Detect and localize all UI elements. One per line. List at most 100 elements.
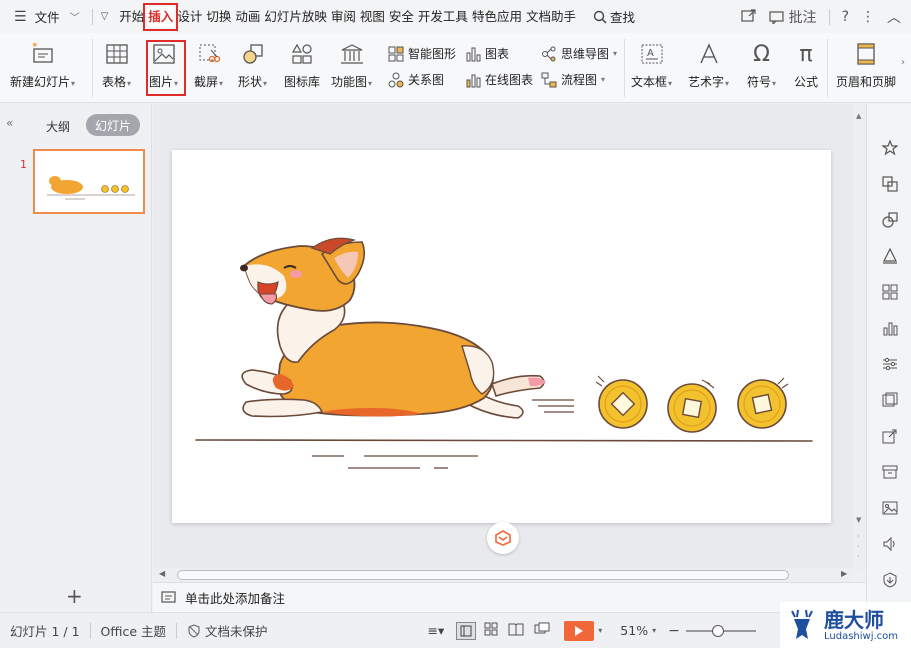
textbox-icon: A <box>639 41 665 67</box>
quick-access-dropdown-icon[interactable]: ▽ <box>101 11 109 22</box>
collapse-panel-icon[interactable]: « <box>6 116 13 130</box>
flowchart-button[interactable]: 流程图 ▾ <box>541 71 605 88</box>
smart-art-label: 智能图形 <box>408 47 457 61</box>
scroll-left-icon[interactable]: ◀ <box>159 569 165 578</box>
shape-button[interactable]: 形状▾ <box>238 33 267 90</box>
tab-design[interactable]: 设计 <box>176 7 203 27</box>
mind-map-icon <box>542 46 556 61</box>
icon-library-button[interactable]: 图标库 <box>284 33 320 90</box>
shield-download-icon[interactable] <box>880 570 900 590</box>
smart-beautify-button[interactable] <box>487 522 519 554</box>
new-slide-button[interactable]: 新建幻灯片▾ <box>10 33 75 90</box>
ribbon-scroll-right-icon[interactable]: › <box>901 57 905 68</box>
tab-outline[interactable]: 大纲 <box>46 118 70 135</box>
audio-icon[interactable] <box>880 534 900 554</box>
tab-review[interactable]: 审阅 <box>330 7 357 27</box>
notes-bar[interactable]: 单击此处添加备注 <box>153 582 866 612</box>
picture-icon[interactable] <box>880 498 900 518</box>
menu-right-tools: 批注 ? ⋮ ︿ <box>740 0 911 33</box>
smart-art-button[interactable]: 智能图形 <box>388 45 456 62</box>
slide-count: 幻灯片 1 / 1 <box>10 624 80 639</box>
zoom-out-icon[interactable]: − <box>668 623 680 639</box>
slide-sorter-icon[interactable] <box>484 622 498 639</box>
annotate-button[interactable]: 批注 <box>768 7 817 27</box>
pi-icon: π <box>799 41 813 67</box>
watermark-title: 鹿大师 <box>824 607 884 632</box>
collapse-ribbon-icon[interactable]: ︿ <box>887 7 901 27</box>
image-gallery-icon[interactable] <box>880 390 900 410</box>
chart-label: 图表 <box>485 47 510 61</box>
scroll-up-icon[interactable]: ▲ <box>856 112 861 120</box>
flowchart-icon <box>541 72 557 87</box>
add-slide-button[interactable]: + <box>66 584 83 608</box>
export-icon[interactable] <box>880 426 900 446</box>
screenshot-button[interactable]: 截屏▾ <box>194 33 223 90</box>
file-menu-label: 文件 <box>34 10 60 25</box>
divider <box>624 39 625 97</box>
relation-chart-button[interactable]: 关系图 <box>388 71 444 88</box>
bar-chart-icon[interactable] <box>880 318 900 338</box>
wordart-button[interactable]: 艺术字▾ <box>688 33 729 90</box>
corgi-illustration <box>195 237 813 469</box>
help-icon[interactable]: ? <box>842 9 849 25</box>
zoom-dropdown-icon[interactable]: ▾ <box>652 626 656 635</box>
annotate-label: 批注 <box>788 9 817 26</box>
tab-slides[interactable]: 幻灯片 <box>86 114 140 136</box>
zoom-slider[interactable] <box>685 623 756 639</box>
symbol-button[interactable]: Ω 符号▾ <box>747 33 776 90</box>
tab-slideshow[interactable]: 幻灯片放映 <box>263 7 328 27</box>
scroll-right-icon[interactable]: ▶ <box>841 569 847 578</box>
slide[interactable] <box>172 150 831 523</box>
relation-chart-icon <box>388 72 404 87</box>
document-protection[interactable]: 文档未保护 <box>187 621 268 640</box>
tab-animation[interactable]: 动画 <box>234 7 261 27</box>
header-footer-button[interactable]: 页眉和页脚 <box>836 33 896 90</box>
tab-doc-assistant[interactable]: 文档助手 <box>525 7 577 27</box>
shape-style-icon[interactable] <box>880 210 900 230</box>
table-button[interactable]: 表格▾ <box>102 33 131 90</box>
presenter-view-icon[interactable] <box>534 622 550 639</box>
editing-canvas <box>153 104 866 570</box>
star-icon[interactable] <box>880 138 900 158</box>
zoom-value[interactable]: 51% <box>620 623 648 638</box>
normal-view-icon[interactable] <box>456 621 477 640</box>
settings-sliders-icon[interactable] <box>880 354 900 374</box>
play-options-chevron-icon[interactable]: ▾ <box>598 626 602 635</box>
play-slideshow-button[interactable] <box>564 620 595 641</box>
slide-panel: « 大纲 幻灯片 1 + <box>0 104 152 612</box>
tab-insert[interactable]: 插入 <box>143 2 179 31</box>
horizontal-scrollbar[interactable]: ◀ ▶ <box>153 568 853 582</box>
scroll-thumb[interactable] <box>177 570 789 580</box>
mind-map-label: 思维导图 <box>561 47 610 61</box>
tab-view[interactable]: 视图 <box>359 7 386 27</box>
formula-button[interactable]: π 公式 <box>793 33 819 90</box>
mind-map-button[interactable]: 思维导图 ▾ <box>541 45 617 62</box>
reading-view-icon[interactable] <box>508 622 524 639</box>
more-icon[interactable]: ⋮ <box>861 9 875 25</box>
notes-view-icon[interactable]: ≡▾ <box>428 623 445 638</box>
share-icon[interactable] <box>740 8 757 26</box>
zoom-knob[interactable] <box>711 624 724 637</box>
scroll-down-icon[interactable]: ▼ <box>856 516 861 524</box>
tab-transition[interactable]: 切换 <box>205 7 232 27</box>
fill-icon[interactable] <box>880 246 900 266</box>
file-menu[interactable]: ☰ 文件 ﹀ <box>0 0 80 33</box>
textbox-button[interactable]: A 文本框▾ <box>631 33 672 90</box>
archive-icon[interactable] <box>880 462 900 482</box>
online-chart-button[interactable]: 在线图表 <box>465 71 533 88</box>
vertical-scrollbar[interactable]: ▲ ▼ · · · <box>853 104 866 570</box>
tab-developer[interactable]: 开发工具 <box>417 7 469 27</box>
search-button[interactable]: 查找 <box>593 7 635 26</box>
transform-icon[interactable] <box>880 174 900 194</box>
tab-features[interactable]: 特色应用 <box>471 7 523 27</box>
tab-home[interactable]: 开始 <box>118 7 145 27</box>
slide-thumbnail[interactable] <box>33 149 145 214</box>
layout-grid-icon[interactable] <box>880 282 900 302</box>
tab-security[interactable]: 安全 <box>388 7 415 27</box>
chart-icon <box>466 47 481 61</box>
play-icon <box>575 625 584 636</box>
chart-button[interactable]: 图表 <box>465 45 509 62</box>
theme-name[interactable]: Office 主题 <box>101 621 166 640</box>
function-chart-button[interactable]: 功能图▾ <box>331 33 372 90</box>
menu-bar: ☰ 文件 ﹀ ▽ 开始 插入 设计 切换 动画 幻灯片放映 审阅 视图 安全 开… <box>0 0 911 33</box>
